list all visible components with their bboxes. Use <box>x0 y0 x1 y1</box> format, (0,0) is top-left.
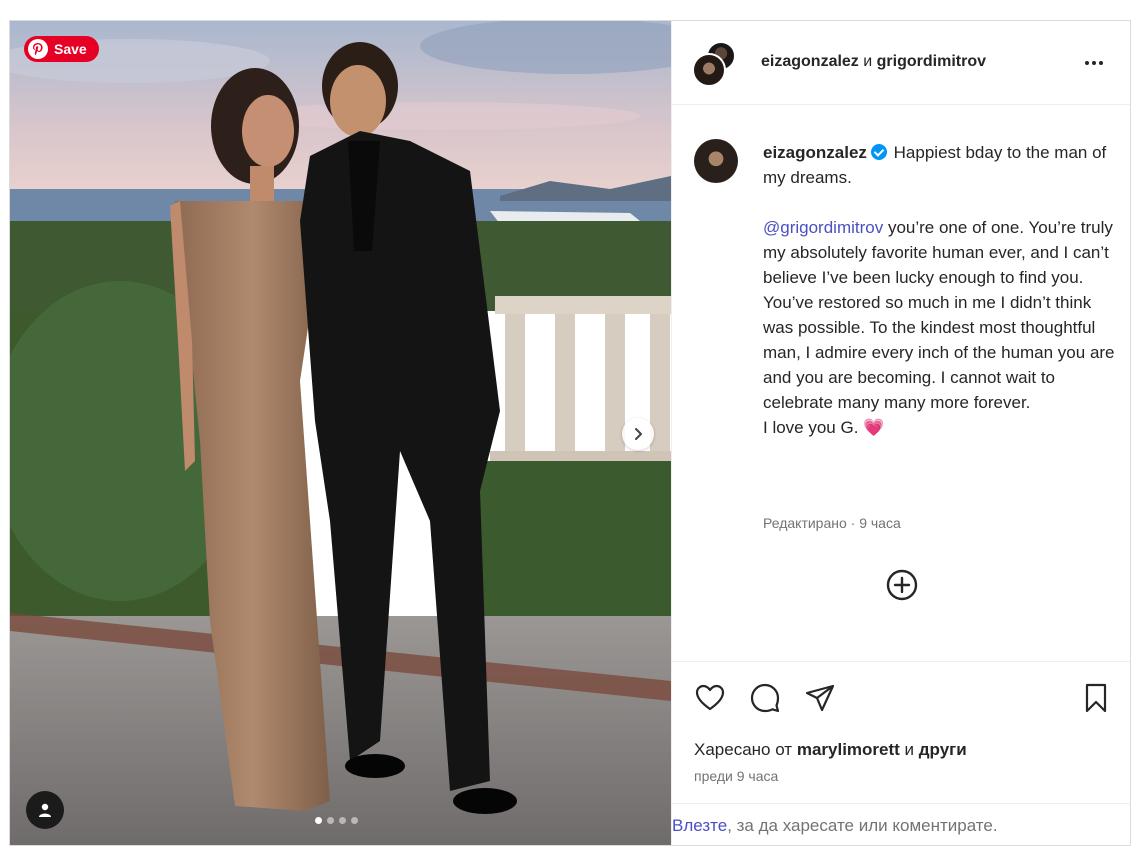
likes-prefix: Харесано от <box>694 740 797 759</box>
pinterest-save-label: Save <box>54 41 87 57</box>
post-time: преди 9 часа <box>694 768 779 784</box>
more-options-button[interactable] <box>1081 51 1107 75</box>
pinterest-save-button[interactable]: Save <box>24 36 99 62</box>
person-icon <box>39 803 51 817</box>
post-side-panel: eizagonzalez и grigordimitrov eizagonzal… <box>671 21 1130 845</box>
pinterest-icon <box>28 39 48 59</box>
caption-username[interactable]: eizagonzalez <box>763 143 867 162</box>
heart-emoji: 💗 <box>863 418 885 437</box>
more-dot <box>1099 61 1103 65</box>
login-prompt: Влезте, за да харесате или коментирате. <box>672 803 1130 845</box>
login-prompt-text: , за да харесате или коментирате. <box>727 816 998 835</box>
post-photo[interactable]: Save <box>10 21 671 845</box>
username-link[interactable]: grigordimitrov <box>877 53 986 70</box>
bookmark-icon[interactable] <box>1080 682 1112 714</box>
chevron-right-icon <box>635 428 642 440</box>
likes-joiner: и <box>899 740 919 759</box>
caption-body: you’re one of one. You’re truly my absol… <box>763 218 1120 412</box>
post-header: eizagonzalez и grigordimitrov <box>672 21 1130 105</box>
carousel-dot <box>351 817 358 824</box>
verified-badge-icon <box>870 144 887 160</box>
share-icon[interactable] <box>804 682 836 714</box>
comment-icon[interactable] <box>749 682 781 714</box>
liker-username[interactable]: marylimorett <box>797 740 900 759</box>
login-link[interactable]: Влезте <box>672 816 727 836</box>
carousel-dot <box>327 817 334 824</box>
caption-closing: I love you G. <box>763 418 864 437</box>
mention-link[interactable]: @grigordimitrov <box>763 218 883 237</box>
likes-summary: Харесано от marylimorett и други <box>694 740 967 760</box>
avatar-eizagonzalez <box>692 53 726 87</box>
carousel-dot <box>315 817 322 824</box>
carousel-dot <box>339 817 346 824</box>
username-link[interactable]: eizagonzalez <box>761 53 859 70</box>
heart-icon[interactable] <box>694 682 726 714</box>
carousel-indicator <box>315 817 358 824</box>
username-joiner: и <box>863 53 873 70</box>
more-dot <box>1092 61 1096 65</box>
carousel-next-button[interactable] <box>622 418 654 450</box>
edited-timestamp: Редактирано · 9 часа <box>763 515 901 531</box>
more-dot <box>1085 61 1089 65</box>
caption-text: eizagonzalez Happiest bday to the man of… <box>763 140 1118 440</box>
photo-scene <box>10 21 671 845</box>
avatar[interactable] <box>694 139 738 183</box>
add-circle-icon[interactable] <box>885 568 919 602</box>
likes-others-link[interactable]: други <box>919 740 967 759</box>
collab-usernames: eizagonzalez и grigordimitrov <box>761 53 986 71</box>
instagram-post-embed: Save eizagonzalez и grigordimitrov eizag… <box>9 20 1131 846</box>
tagged-users-button[interactable] <box>26 791 64 829</box>
collab-avatars[interactable] <box>692 41 740 89</box>
caption-section: eizagonzalez Happiest bday to the man of… <box>672 105 1130 661</box>
post-actions: Харесано от marylimorett и други преди 9… <box>672 661 1130 845</box>
